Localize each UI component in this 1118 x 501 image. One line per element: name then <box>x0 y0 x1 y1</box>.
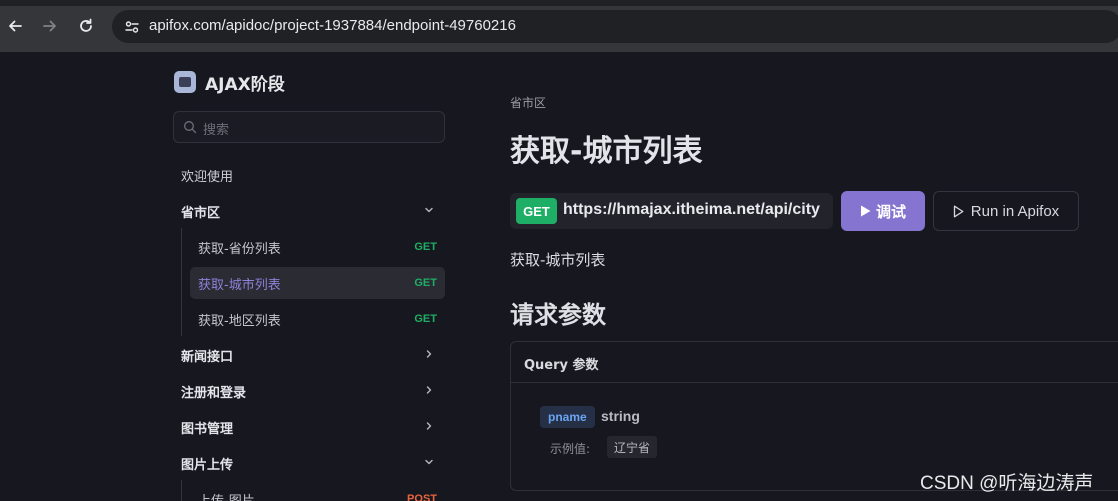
project-logo-icon <box>174 71 196 93</box>
reload-icon <box>80 18 92 32</box>
sidebar-item-label: 欢迎使用 <box>181 169 234 185</box>
arrow-right-icon <box>43 20 56 32</box>
run-button-label: Run in Apifox <box>970 202 1060 220</box>
example-value: 辽宁省 <box>607 436 658 458</box>
debug-button[interactable]: 调试 <box>841 191 925 231</box>
method-badge: POST <box>407 493 437 501</box>
search-input[interactable]: 搜索 <box>173 111 445 143</box>
tree-rail <box>181 480 182 501</box>
method-badge: GET <box>414 241 437 253</box>
browser-toolbar: apifox.com/apidoc/project-1937884/endpoi… <box>0 0 1118 52</box>
tab-strip <box>0 0 1118 6</box>
endpoint-description: 获取-城市列表 <box>510 251 606 269</box>
main-content: 省市区 获取-城市列表 GET https://hmajax.itheima.n… <box>510 52 1118 501</box>
param-type: string <box>601 408 640 424</box>
sidebar-item-upload-image[interactable]: 上传-图片 POST <box>190 483 445 501</box>
site-info-icon[interactable] <box>121 16 143 38</box>
sidebar-group-label: 注册和登录 <box>181 385 247 401</box>
search-icon <box>184 121 197 134</box>
sidebar-group-label: 图书管理 <box>181 421 234 437</box>
endpoint-label: 上传-图片 <box>198 493 255 501</box>
endpoint-label: 获取-城市列表 <box>198 277 281 293</box>
sidebar-group-province-city[interactable]: 省市区 <box>181 196 445 226</box>
sidebar-group-label: 省市区 <box>181 205 221 221</box>
play-icon <box>860 205 871 217</box>
url-text[interactable]: apifox.com/apidoc/project-1937884/endpoi… <box>149 17 516 34</box>
sidebar-group-book-management[interactable]: 图书管理 <box>181 412 445 442</box>
sidebar-group-register-login[interactable]: 注册和登录 <box>181 376 445 406</box>
chevron-down-icon <box>425 207 433 213</box>
sidebar-group-label: 新闻接口 <box>181 349 234 365</box>
forward-button[interactable] <box>38 14 62 38</box>
sidebar-item-province-list[interactable]: 获取-省份列表 GET <box>190 231 445 263</box>
param-name: pname <box>540 406 595 428</box>
project-name: AJAX阶段 <box>205 74 285 95</box>
sidebar-group-news[interactable]: 新闻接口 <box>181 340 445 370</box>
chevron-right-icon <box>426 386 432 394</box>
run-in-apifox-button[interactable]: Run in Apifox <box>933 191 1079 231</box>
page-content: AJAX阶段 搜索 欢迎使用 省市区 获取-省份列表 GET 获取-城市列表 G… <box>0 52 1118 501</box>
method-badge: GET <box>414 277 437 289</box>
watermark: CSDN @听海边涛声 <box>920 473 1094 494</box>
http-method-badge: GET <box>516 198 557 224</box>
sidebar-group-label: 图片上传 <box>181 457 234 473</box>
chevron-right-icon <box>426 350 432 358</box>
address-bar[interactable]: apifox.com/apidoc/project-1937884/endpoi… <box>112 10 1118 43</box>
query-panel-header: Query 参数 <box>511 342 1118 383</box>
breadcrumb[interactable]: 省市区 <box>510 94 546 111</box>
search-placeholder: 搜索 <box>203 123 230 138</box>
page-title: 获取-城市列表 <box>510 134 703 169</box>
sidebar-item-welcome[interactable]: 欢迎使用 <box>181 160 445 190</box>
endpoint-label: 获取-省份列表 <box>198 241 281 257</box>
tree-rail <box>181 228 182 336</box>
debug-button-label: 调试 <box>875 202 906 221</box>
endpoint-url-box[interactable]: GET https://hmajax.itheima.net/api/city <box>510 193 833 229</box>
reload-button[interactable] <box>74 14 98 38</box>
section-title-request-params: 请求参数 <box>510 301 606 329</box>
query-panel-title: Query 参数 <box>524 358 599 373</box>
sidebar-group-image-upload[interactable]: 图片上传 <box>181 448 445 478</box>
chevron-right-icon <box>426 422 432 430</box>
endpoint-label: 获取-地区列表 <box>198 313 281 329</box>
project-brand[interactable]: AJAX阶段 <box>174 71 285 95</box>
example-label: 示例值: <box>550 442 591 456</box>
sidebar-item-district-list[interactable]: 获取-地区列表 GET <box>190 303 445 335</box>
sidebar: AJAX阶段 搜索 欢迎使用 省市区 获取-省份列表 GET 获取-城市列表 G… <box>165 52 455 501</box>
chevron-down-icon <box>425 459 433 465</box>
arrow-left-icon <box>9 20 22 32</box>
back-button[interactable] <box>3 14 27 38</box>
method-badge: GET <box>414 313 437 325</box>
endpoint-url: https://hmajax.itheima.net/api/city <box>563 201 820 218</box>
play-outline-icon <box>953 205 964 217</box>
sidebar-item-city-list[interactable]: 获取-城市列表 GET <box>190 267 445 299</box>
